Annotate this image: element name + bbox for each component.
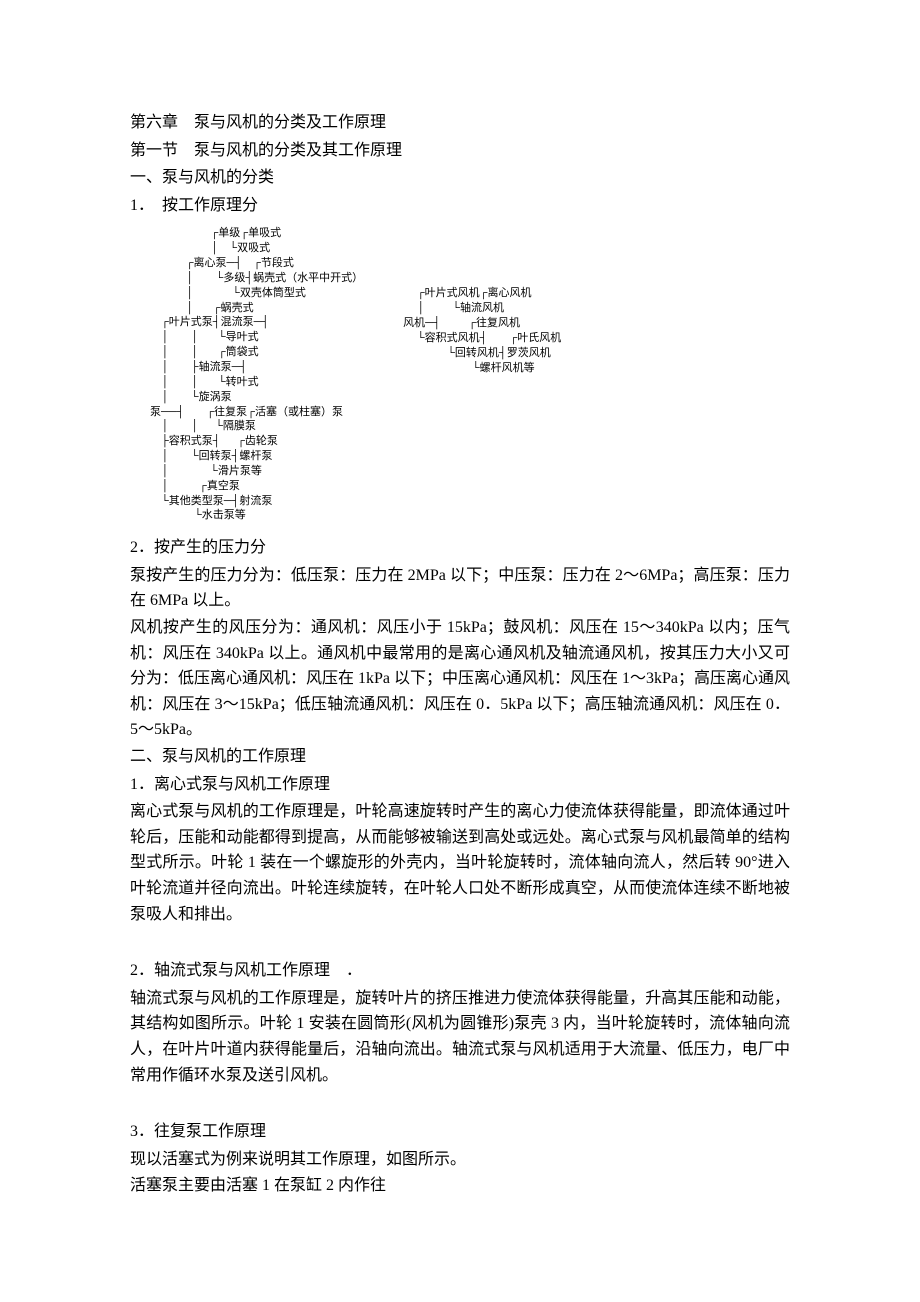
section-title: 第一节 泵与风机的分类及其工作原理 bbox=[130, 138, 790, 164]
classification-diagrams: ┌单级┌单吸式 │ └双吸式 ┌离心泵─┤ ┌节段式 │ └多级┤蜗壳式（水平中… bbox=[130, 226, 790, 523]
centrifugal-principle-text: 离心式泵与风机的工作原理是，叶轮高速旋转时产生的离心力使流体获得能量，即流体通过… bbox=[130, 799, 790, 927]
paragraph-spacer bbox=[130, 1089, 790, 1119]
item-1-2: 2．按产生的压力分 bbox=[130, 535, 790, 561]
pressure-fan-text: 风机按产生的风压分为：通风机：风压小于 15kPa；鼓风机：风压在 15～340… bbox=[130, 615, 790, 743]
subsection-2: 二、泵与风机的工作原理 bbox=[130, 744, 790, 770]
item-2-3: 3．往复泵工作原理 bbox=[130, 1119, 790, 1145]
reciprocating-text-1: 现以活塞式为例来说明其工作原理，如图所示。 bbox=[130, 1147, 790, 1173]
subsection-1: 一、泵与风机的分类 bbox=[130, 165, 790, 191]
pump-tree-diagram: ┌单级┌单吸式 │ └双吸式 ┌离心泵─┤ ┌节段式 │ └多级┤蜗壳式（水平中… bbox=[150, 226, 363, 523]
axial-principle-text: 轴流式泵与风机的工作原理是，旋转叶片的挤压推进力使流体获得能量，升高其压能和动能… bbox=[130, 986, 790, 1088]
pressure-pump-text: 泵按产生的压力分为：低压泵：压力在 2MPa 以下；中压泵：压力在 2～6MPa… bbox=[130, 563, 790, 614]
item-2-1: 1．离心式泵与风机工作原理 bbox=[130, 772, 790, 798]
chapter-title: 第六章 泵与风机的分类及工作原理 bbox=[130, 110, 790, 136]
paragraph-spacer bbox=[130, 928, 790, 958]
reciprocating-text-2: 活塞泵主要由活塞 1 在泵缸 2 内作往 bbox=[130, 1173, 790, 1199]
fan-tree-diagram: ┌叶片式风机┌离心风机 │ └轴流风机 风机─┤ ┌往复风机 └容积式风机┤ ┌… bbox=[403, 286, 561, 375]
item-1-1: 1． 按工作原理分 bbox=[130, 193, 790, 219]
item-2-2: 2．轴流式泵与风机工作原理 ． bbox=[130, 958, 790, 984]
